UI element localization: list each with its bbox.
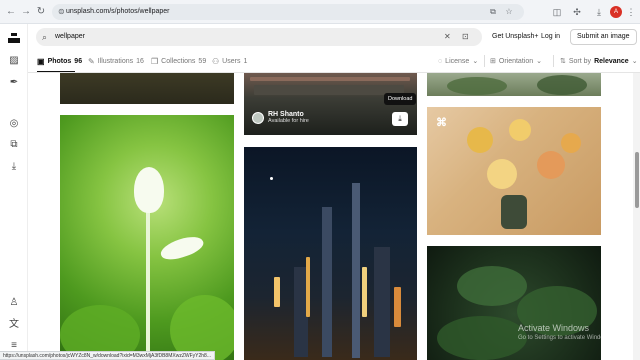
tab-users-count: 1 [243,58,248,65]
login-link[interactable]: Log in [541,33,560,40]
activate-windows-subtitle: Go to Settings to activate Windows. [518,335,613,341]
profile-avatar[interactable]: A [610,6,622,18]
orientation-icon: ⊞ [490,58,496,65]
sort-filter[interactable]: ⇅ Sort by Relevance ⌄ [560,57,638,66]
copy-icon[interactable]: ⧉ [7,138,21,152]
tab-illustrations[interactable]: ✎ Illustrations 16 [88,57,144,66]
photo-card-bouquet[interactable] [427,107,601,235]
photos-icon: ▣ [37,57,45,66]
tab-collections[interactable]: ❒ Collections 59 [151,57,206,66]
author-name[interactable]: RH Shanto [268,111,309,118]
sort-icon: ⇅ [560,58,566,65]
tab-illustrations-label: Illustrations [97,58,134,65]
photo-card[interactable] [427,73,601,96]
orientation-label: Orientation [498,57,534,65]
chevron-down-icon: ⌄ [631,58,638,65]
activate-windows-title: Activate Windows [518,323,590,333]
filter-divider [553,55,554,67]
tab-users[interactable]: ⚇ Users 1 [212,57,247,66]
downloads-icon[interactable]: ⤓ [592,5,606,19]
tab-collections-count: 59 [198,58,207,65]
license-label: License [445,57,470,65]
tab-photos-label: Photos [47,58,72,65]
reload-icon[interactable]: ↻ [34,5,48,19]
search-input[interactable]: wellpaper [55,33,85,40]
download-button[interactable]: ⤓ [392,112,408,126]
photo-card-fern[interactable] [427,246,601,360]
bookmark-star-icon[interactable]: ☆ [504,7,514,17]
tab-collections-label: Collections [161,58,196,65]
search-bar[interactable]: ⌕ wellpaper ✕ ⊡ [36,28,482,46]
address-bar[interactable]: ⊜ unsplash.com/s/photos/wellpaper ⧉ ☆ [52,4,524,20]
collections-icon: ❒ [151,57,159,66]
tab-users-label: Users [222,58,241,65]
chevron-down-icon: ⌄ [472,58,479,65]
submit-image-button[interactable]: Submit an image [570,29,637,45]
scrollbar-thumb[interactable] [635,152,639,208]
sort-value: Relevance [594,57,629,65]
status-url: https://unsplash.com/photos/jcWYZc8N_w/d… [0,351,215,360]
back-icon[interactable]: ← [4,5,18,19]
translate-icon[interactable]: 文 [7,318,21,332]
compass-icon[interactable]: ◎ [7,117,21,131]
address-url[interactable]: unsplash.com/s/photos/wellpaper [66,8,170,15]
avatar[interactable] [252,111,264,124]
photo-card-flower[interactable] [60,115,234,360]
photo-card-city[interactable] [244,147,417,360]
photo-card[interactable] [60,73,234,104]
download-icon[interactable]: ⤓ [7,160,21,174]
photo-credit[interactable]: RH Shanto Available for hire [252,111,309,124]
install-app-icon[interactable]: ⧉ [488,7,498,17]
pen-icon[interactable]: ✒ [7,76,21,90]
clear-search-icon[interactable]: ✕ [444,31,451,43]
unsplash-logo[interactable] [8,33,20,43]
license-icon: ◌ [438,57,443,65]
filter-divider [484,55,485,67]
get-unsplash-plus-link[interactable]: Get Unsplash+ [492,33,539,40]
user-icon[interactable]: ♙ [7,296,21,310]
download-tooltip: Download [384,93,417,105]
chevron-down-icon: ⌄ [536,58,542,65]
extensions-puzzle-icon[interactable]: ✣ [570,5,584,19]
license-filter[interactable]: ◌ License ⌄ [438,57,479,66]
visual-search-icon[interactable]: ⊡ [462,31,469,43]
unsplash-plus-icon: ⌘ [436,117,447,129]
browser-toolbar: ← → ↻ ⊜ unsplash.com/s/photos/wellpaper … [0,0,640,24]
users-icon: ⚇ [212,57,220,66]
illustrations-icon: ✎ [88,57,95,66]
image-icon[interactable]: ▨ [7,54,21,68]
extension-icon[interactable]: ◫ [550,5,564,19]
available-for-hire: Available for hire [268,118,309,124]
tab-illustrations-count: 16 [136,58,144,65]
sort-prefix: Sort by [568,57,592,65]
scrollbar-track[interactable] [633,73,640,360]
tab-photos[interactable]: ▣ Photos 96 [37,57,82,66]
search-icon: ⌕ [42,32,48,42]
browser-menu-icon[interactable]: ⋮ [624,5,638,19]
orientation-filter[interactable]: ⊞ Orientation ⌄ [490,57,542,66]
left-rail: ▨ ✒ ◎ ⧉ ⤓ ♙ 文 ≡ [0,24,28,360]
tab-photos-count: 96 [74,58,83,65]
forward-icon[interactable]: → [19,5,33,19]
